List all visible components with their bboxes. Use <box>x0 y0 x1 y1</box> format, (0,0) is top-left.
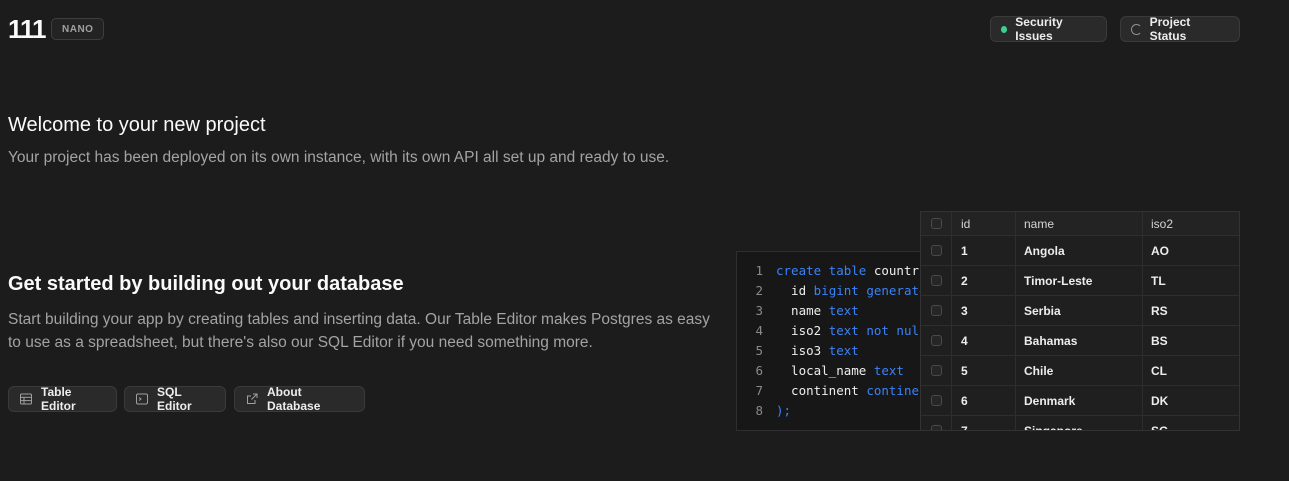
project-home-page: 111 NANO Security Issues Project Status … <box>0 0 1289 481</box>
database-section-description: Start building your app by creating tabl… <box>8 311 710 351</box>
code-keyword: bigint generate <box>813 283 927 298</box>
project-name: 111 <box>8 14 47 44</box>
table-icon <box>20 393 32 405</box>
table-row[interactable]: 2 Timor-Leste TL <box>921 266 1239 296</box>
sql-editor-label: SQL Editor <box>157 385 192 413</box>
project-status-label: Project Status <box>1149 15 1191 43</box>
table-editor-label: Table Editor <box>41 385 76 413</box>
cell-id: 1 <box>952 236 1016 265</box>
cell-id: 6 <box>952 386 1016 415</box>
cell-name: Serbia <box>1016 296 1143 325</box>
line-number: 1 <box>755 263 763 278</box>
code-keyword: text <box>828 303 859 318</box>
cell-id: 3 <box>952 296 1016 325</box>
code-text: iso3 <box>776 343 829 358</box>
line-number: 5 <box>755 343 763 358</box>
code-keyword: ); <box>776 403 792 418</box>
loading-spinner-icon <box>1131 23 1142 35</box>
code-text: name <box>776 303 829 318</box>
cell-iso2: SG <box>1151 423 1169 431</box>
checkbox-icon[interactable] <box>930 365 942 376</box>
cell-iso2: DK <box>1151 393 1169 408</box>
line-number: 2 <box>755 283 763 298</box>
column-header-iso2[interactable]: iso2 <box>1143 212 1239 235</box>
code-text: id <box>776 283 814 298</box>
table-row[interactable]: 1 Angola AO <box>921 236 1239 266</box>
line-number: 4 <box>755 323 763 338</box>
external-link-icon <box>247 393 258 404</box>
compute-size-badge: NANO <box>51 18 105 40</box>
column-header-name[interactable]: name <box>1016 212 1143 235</box>
code-keyword: create table <box>776 263 867 278</box>
table-row[interactable]: 3 Serbia RS <box>921 296 1239 326</box>
checkbox-icon[interactable] <box>930 218 942 229</box>
security-issues-button[interactable]: Security Issues <box>990 15 1107 43</box>
table-row[interactable]: 4 Bahamas BS <box>921 326 1239 356</box>
cell-iso2: TL <box>1151 273 1166 288</box>
cell-name: Bahamas <box>1016 326 1143 355</box>
cell-iso2: AO <box>1151 243 1169 258</box>
cell-name: Singapore <box>1016 416 1143 430</box>
checkbox-icon[interactable] <box>930 305 942 316</box>
database-section-title: Get started by building out your databas… <box>8 273 404 295</box>
table-row[interactable]: 6 Denmark DK <box>921 386 1239 416</box>
cell-id: 5 <box>952 356 1016 385</box>
table-editor-button[interactable]: Table Editor <box>8 385 117 413</box>
sql-editor-button[interactable]: SQL Editor <box>124 385 226 413</box>
table-grid-preview: id name iso2 1 Angola AO 2 Timor-Leste T… <box>920 211 1240 431</box>
column-header-id[interactable]: id <box>952 212 1016 235</box>
security-issues-label: Security Issues <box>1015 15 1063 43</box>
checkbox-icon[interactable] <box>930 425 942 430</box>
cell-iso2: RS <box>1151 303 1168 318</box>
code-text: countri <box>866 263 927 278</box>
code-keyword: text <box>828 343 859 358</box>
cell-iso2: CL <box>1151 363 1167 378</box>
status-dot-icon <box>1001 25 1008 33</box>
code-text: local_name <box>776 363 874 378</box>
cell-id: 7 <box>952 416 1016 430</box>
cell-name: Angola <box>1016 236 1143 265</box>
terminal-icon <box>136 393 148 405</box>
line-number: 8 <box>755 403 763 418</box>
welcome-title: Welcome to your new project <box>8 114 266 136</box>
checkbox-icon[interactable] <box>930 275 942 286</box>
table-row[interactable]: 5 Chile CL <box>921 356 1239 386</box>
cell-id: 4 <box>952 326 1016 355</box>
select-all-cell[interactable] <box>921 212 952 235</box>
code-keyword: continen <box>866 383 927 398</box>
project-status-button[interactable]: Project Status <box>1120 15 1240 43</box>
line-number: 6 <box>755 363 763 378</box>
checkbox-icon[interactable] <box>930 245 942 256</box>
code-keyword: text not null <box>828 323 927 338</box>
about-database-button[interactable]: About Database <box>234 385 365 413</box>
table-header-row: id name iso2 <box>921 212 1239 236</box>
cell-name: Denmark <box>1016 386 1143 415</box>
checkbox-icon[interactable] <box>930 395 942 406</box>
table-row[interactable]: 7 Singapore SG <box>921 416 1239 431</box>
welcome-description: Your project has been deployed on its ow… <box>8 149 670 166</box>
cell-name: Timor-Leste <box>1016 266 1143 295</box>
code-keyword: text <box>873 363 904 378</box>
code-text: continent <box>776 383 867 398</box>
sql-code-preview: 1 create table countri 2 id bigint gener… <box>736 251 936 431</box>
cell-name: Chile <box>1016 356 1143 385</box>
line-number: 3 <box>755 303 763 318</box>
cell-iso2: BS <box>1151 333 1168 348</box>
code-text: iso2 <box>776 323 829 338</box>
checkbox-icon[interactable] <box>930 335 942 346</box>
line-number: 7 <box>755 383 763 398</box>
about-database-label: About Database <box>267 385 321 413</box>
cell-id: 2 <box>952 266 1016 295</box>
